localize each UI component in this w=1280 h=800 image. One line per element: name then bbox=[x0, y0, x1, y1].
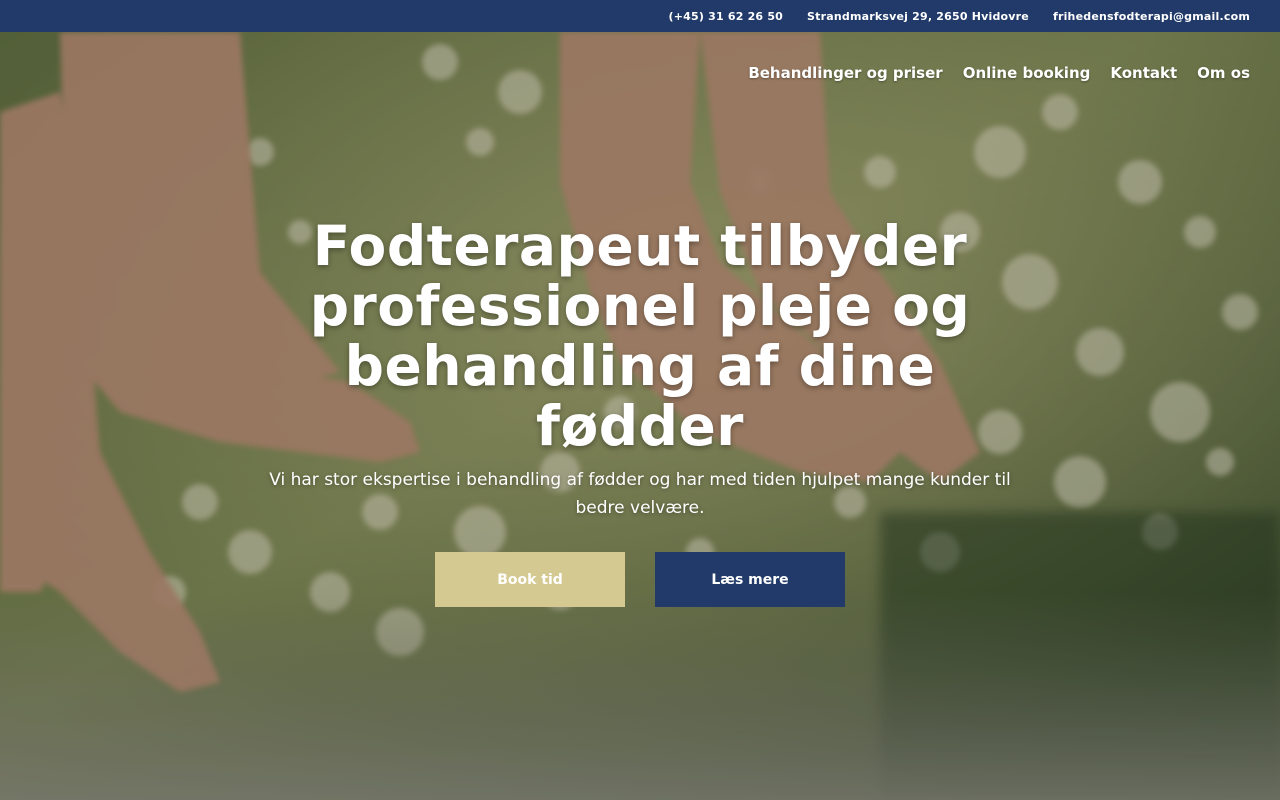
email-link[interactable]: frihedensfodterapi@gmail.com bbox=[1053, 10, 1250, 23]
nav-item-kontakt[interactable]: Kontakt bbox=[1110, 64, 1177, 82]
nav-item-om-os[interactable]: Om os bbox=[1197, 64, 1250, 82]
nav-item-online-booking[interactable]: Online booking bbox=[963, 64, 1091, 82]
hero-headline: Fodterapeut tilbyder professionel pleje … bbox=[309, 214, 971, 458]
book-appointment-button[interactable]: Book tid bbox=[435, 552, 625, 607]
hero-subline: Vi har stor ekspertise i behandling af f… bbox=[269, 470, 1011, 518]
top-contact-bar: (+45) 31 62 26 50 Strandmarksvej 29, 265… bbox=[0, 0, 1280, 32]
address-link[interactable]: Strandmarksvej 29, 2650 Hvidovre bbox=[807, 10, 1029, 23]
phone-link[interactable]: (+45) 31 62 26 50 bbox=[669, 10, 784, 23]
read-more-button[interactable]: Læs mere bbox=[655, 552, 845, 607]
nav-item-behandlinger[interactable]: Behandlinger og priser bbox=[748, 64, 942, 82]
main-navigation: Behandlinger og priser Online booking Ko… bbox=[748, 64, 1250, 82]
